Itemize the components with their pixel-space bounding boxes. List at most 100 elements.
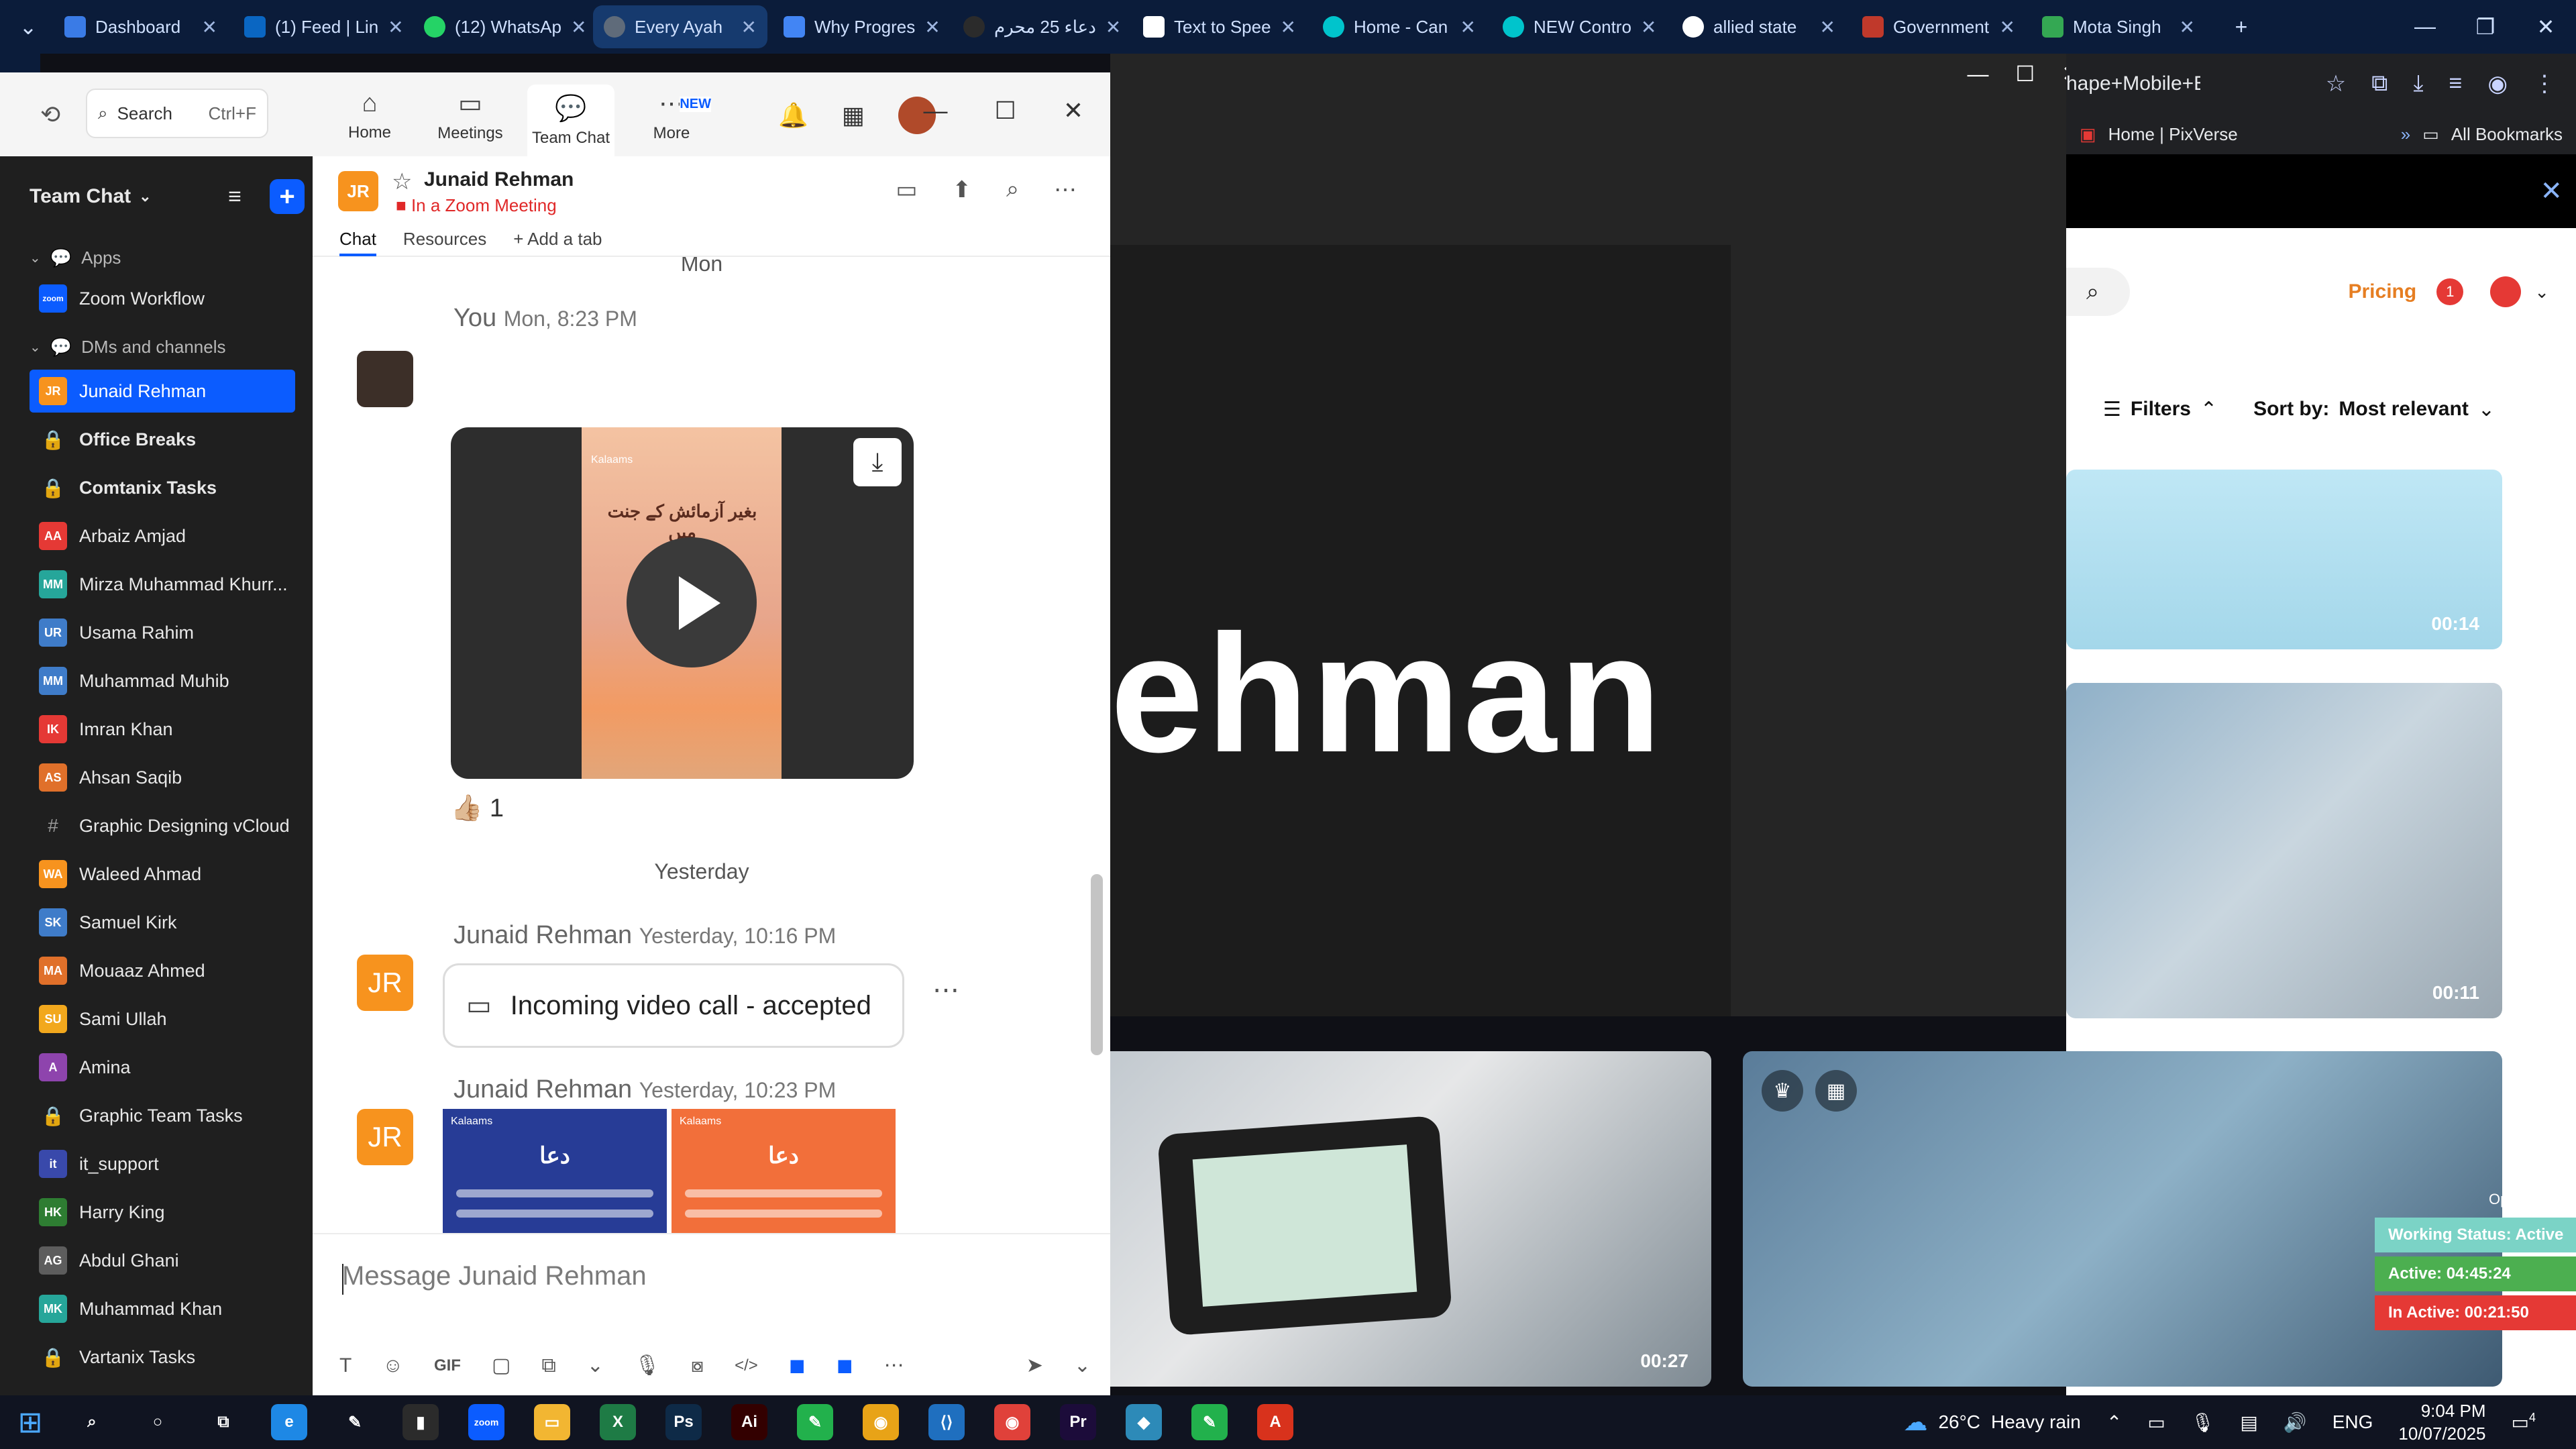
calendar-icon[interactable]: ▦ [842, 101, 865, 129]
sidebar-item-comtanix-tasks[interactable]: 🔒 Comtanix Tasks [30, 466, 295, 509]
call-notification[interactable]: ▭ Incoming video call - accepted [443, 963, 904, 1048]
close-icon[interactable]: ✕ [571, 16, 586, 38]
chevron-down-icon[interactable]: ⌄ [139, 188, 151, 205]
minimize-icon[interactable]: — [924, 97, 948, 125]
meet-icon[interactable]: ▭ [2147, 1411, 2165, 1434]
sidebar-item-junaid-rehman[interactable]: JR Junaid Rehman [30, 370, 295, 413]
browser-tab[interactable]: Text to Spee ✕ [1132, 5, 1307, 48]
minimize-icon[interactable]: — [1968, 62, 1989, 87]
avatar[interactable]: JR [338, 171, 378, 211]
sidebar-item-amina[interactable]: A Amina [30, 1046, 295, 1089]
pricing-link[interactable]: Pricing [2349, 280, 2417, 303]
tab-home[interactable]: ⌂ Home [326, 82, 413, 149]
sidebar-title[interactable]: Team Chat [30, 185, 131, 208]
browser-tab[interactable]: Home - Can ✕ [1312, 5, 1487, 48]
chevron-up-icon[interactable]: ⌃ [2106, 1411, 2122, 1434]
image-attachment[interactable]: Kalaams دعا [443, 1109, 667, 1233]
browser-tab[interactable]: Government ✕ [1851, 5, 2026, 48]
bookmark-home-pixverse[interactable]: Home | PixVerse [2108, 124, 2238, 145]
sidebar-item-it-support[interactable]: it it_support [30, 1142, 295, 1185]
maximize-icon[interactable]: ☐ [995, 97, 1016, 125]
browser-tab[interactable]: NEW Contro ✕ [1492, 5, 1666, 48]
maximize-icon[interactable]: ☐ [2016, 61, 2035, 87]
video-card[interactable]: 00:14 [2066, 470, 2502, 649]
sidebar-item-usama-rahim[interactable]: UR Usama Rahim [30, 611, 295, 654]
search-icon[interactable]: ⌕ [74, 1404, 110, 1440]
download-icon[interactable]: ⤓ [2413, 70, 2423, 97]
sidebar-item-muhammad-khan[interactable]: MK Muhammad Khan [30, 1287, 295, 1330]
close-icon[interactable]: ✕ [2000, 16, 2015, 38]
section-apps[interactable]: ⌄ 💬 Apps [30, 240, 298, 275]
app-green-2-icon[interactable]: ✎ [1191, 1404, 1228, 1440]
video-card[interactable]: 00:11 [2066, 683, 2502, 1018]
sort-dropdown[interactable]: Most relevant [2339, 398, 2468, 421]
close-icon[interactable]: ✕ [2180, 16, 2195, 38]
tab-more[interactable]: NEW ⋯ More [628, 82, 715, 149]
tab-resources[interactable]: Resources [403, 229, 486, 256]
sidebar-item-arbaiz-amjad[interactable]: AA Arbaiz Amjad [30, 515, 295, 557]
weather-widget[interactable]: ☁ 26°C Heavy rain [1903, 1408, 2080, 1436]
premiere-icon[interactable]: Pr [1060, 1404, 1096, 1440]
edge-icon[interactable]: e [271, 1404, 307, 1440]
open-app-link[interactable]: Open App ↗ [2489, 1191, 2571, 1208]
photoshop-icon[interactable]: Ps [665, 1404, 702, 1440]
avatar[interactable] [2490, 276, 2522, 307]
sidebar-item-mouaaz-ahmed[interactable]: MA Mouaaz Ahmed [30, 949, 295, 992]
sidebar-item-muhammad-muhib[interactable]: MM Muhammad Muhib [30, 659, 295, 702]
browser-tab[interactable]: Why Progres ✕ [773, 5, 947, 48]
browser-tab[interactable]: (1) Feed | Lin ✕ [233, 5, 408, 48]
share-icon[interactable]: ⬆ [952, 176, 971, 203]
code-icon[interactable]: </> [735, 1356, 758, 1375]
video-call-icon[interactable]: ▭ [896, 176, 917, 203]
image-icon[interactable]: ▦ [1815, 1070, 1857, 1112]
crown-icon[interactable]: ♛ [1762, 1070, 1803, 1112]
maximize-button[interactable]: ❐ [2455, 14, 2516, 40]
sidebar-item-office-breaks[interactable]: 🔒 Office Breaks [30, 418, 295, 461]
tab-meetings[interactable]: ▭ Meetings [427, 82, 514, 149]
sidebar-item-waleed-ahmad[interactable]: WA Waleed Ahmad [30, 853, 295, 896]
bookmark-star-icon[interactable]: ☆ [2326, 70, 2346, 97]
illustrator-icon[interactable]: Ai [731, 1404, 767, 1440]
format-text-icon[interactable]: T [339, 1354, 352, 1377]
more-bookmarks-icon[interactable]: » [2401, 124, 2410, 145]
browser-tab[interactable]: (12) WhatsAp ✕ [413, 5, 588, 48]
app-icon[interactable]: ◼ [789, 1354, 806, 1377]
scrollbar[interactable] [1091, 874, 1103, 1055]
chat-title[interactable]: Junaid Rehman [424, 168, 574, 191]
star-icon[interactable]: ☆ [392, 168, 412, 195]
sidebar-item-mirza-muhammad-khurr[interactable]: MM Mirza Muhammad Khurr... [30, 563, 295, 606]
address-bar[interactable]: hape+Mobile+Ex... ☆ ⧉ ⤓ ≡ ◉ ⋮ [2066, 54, 2576, 114]
chrome-2-icon[interactable]: ◉ [994, 1404, 1030, 1440]
avatar[interactable] [357, 351, 413, 407]
microphone-icon[interactable]: 🎙 [635, 1354, 660, 1377]
terminal-icon[interactable]: ▮ [402, 1404, 439, 1440]
close-icon[interactable]: ✕ [2540, 176, 2563, 207]
reaction-badge[interactable]: 👍🏼 1 [451, 794, 504, 823]
sidebar-item-imran-khan[interactable]: IK Imran Khan [30, 708, 295, 751]
sidebar-item-harry-king[interactable]: HK Harry King [30, 1191, 295, 1234]
history-icon[interactable]: ⟲ [40, 101, 60, 129]
sidebar-item-sami-ullah[interactable]: SU Sami Ullah [30, 998, 295, 1040]
sidebar-item-abdul-ghani[interactable]: AG Abdul Ghani [30, 1239, 295, 1282]
close-icon[interactable]: ✕ [1063, 97, 1083, 125]
network-icon[interactable]: ▤ [2240, 1411, 2257, 1434]
sidebar-item-graphic-team-tasks[interactable]: 🔒 Graphic Team Tasks [30, 1094, 295, 1137]
new-chat-button[interactable]: + [270, 179, 305, 214]
sidebar-item-samuel-kirk[interactable]: SK Samuel Kirk [30, 901, 295, 944]
chrome-icon[interactable]: ◉ [863, 1404, 899, 1440]
language-indicator[interactable]: ENG [2332, 1411, 2373, 1433]
sidebar-item-vartanix-tasks[interactable]: 🔒 Vartanix Tasks [30, 1336, 295, 1379]
sidebar-item-graphic-designing-vcloud[interactable]: # Graphic Designing vCloud [30, 804, 295, 847]
microphone-icon[interactable]: 🎙 [2191, 1411, 2215, 1434]
more-icon[interactable]: ⋯ [884, 1354, 904, 1377]
more-icon[interactable]: ⋯ [1054, 176, 1077, 203]
video-message-icon[interactable]: ⧇ [691, 1354, 704, 1377]
pen-icon[interactable]: ✎ [337, 1404, 373, 1440]
search-input[interactable]: ⌕ Search Ctrl+F [86, 89, 268, 138]
url-text[interactable]: hape+Mobile+Ex... [2066, 72, 2200, 95]
browser-tab[interactable]: Mota Singh ✕ [2031, 5, 2206, 48]
search-icon[interactable]: ⌕ [2066, 268, 2130, 316]
send-icon[interactable]: ➤ [1026, 1354, 1043, 1377]
close-icon[interactable]: ✕ [388, 16, 403, 38]
video-attachment[interactable]: Kalaams بغیر آزمائش کے جنت میں ⤓ [451, 427, 914, 779]
